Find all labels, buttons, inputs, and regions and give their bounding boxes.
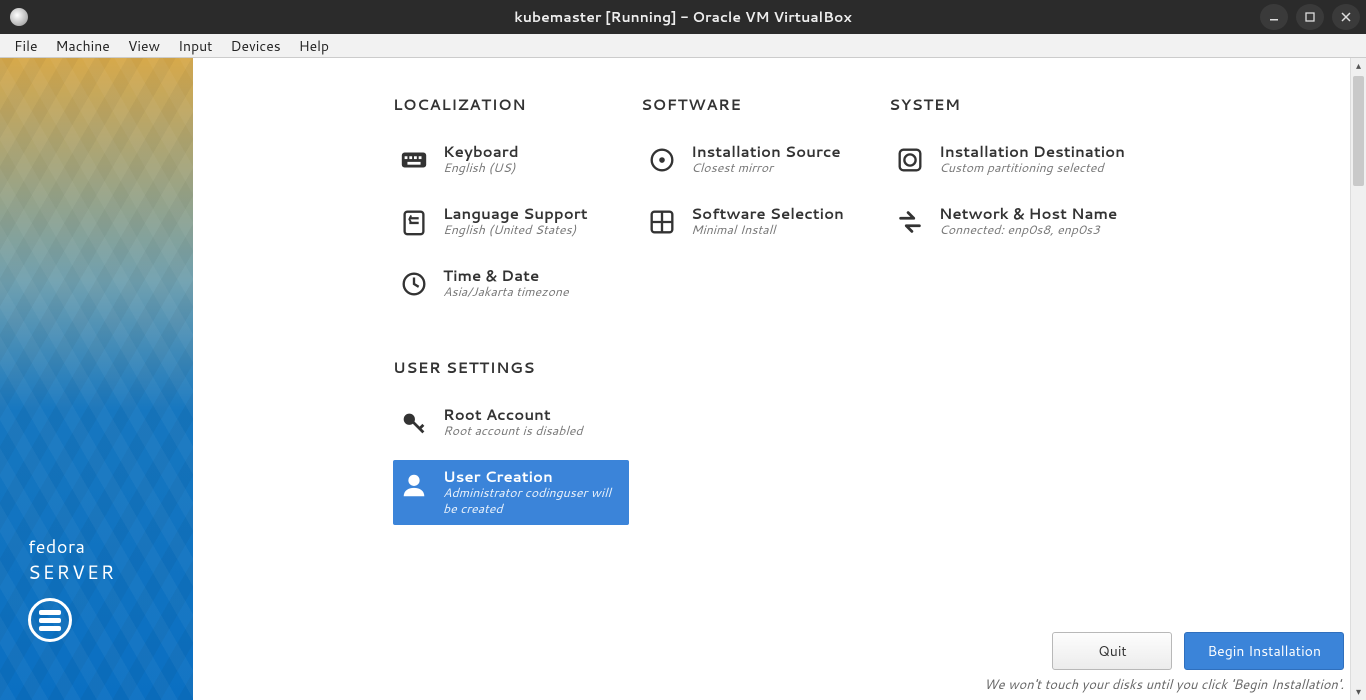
spoke-keyboard[interactable]: Keyboard English (US) xyxy=(393,135,629,189)
server-icon xyxy=(28,598,72,642)
brand-line1: fedora xyxy=(28,533,116,559)
spoke-root[interactable]: Root Account Root account is disabled xyxy=(393,398,629,452)
col-software: SOFTWARE Installation Source Closest mir… xyxy=(641,94,877,533)
heading-system: SYSTEM xyxy=(889,94,1149,115)
spoke-user-creation[interactable]: User Creation Administrator codinguser w… xyxy=(393,460,629,525)
network-icon xyxy=(893,205,927,239)
spoke-sub: Custom partitioning selected xyxy=(939,161,1143,177)
window-title: kubemaster [Running] - Oracle VM Virtual… xyxy=(0,7,1366,27)
disc-icon xyxy=(645,143,679,177)
quit-button[interactable]: Quit xyxy=(1052,632,1172,670)
clock-icon xyxy=(397,267,431,301)
brand-line2: SERVER xyxy=(28,559,116,586)
menu-machine[interactable]: Machine xyxy=(48,34,118,58)
minimize-button[interactable] xyxy=(1260,4,1288,30)
spoke-sub: Asia/Jakarta timezone xyxy=(443,285,623,301)
spoke-sub: Minimal Install xyxy=(691,223,871,239)
footnote: We won't touch your disks until you clic… xyxy=(984,676,1344,694)
installer-sidebar: fedora SERVER xyxy=(0,58,193,700)
vertical-scrollbar[interactable]: ▴ ▾ xyxy=(1350,58,1366,700)
maximize-icon xyxy=(1304,11,1316,23)
vm-content: fedora SERVER LOCALIZATION Keyboard Engl… xyxy=(0,58,1366,700)
brand: fedora SERVER xyxy=(28,533,116,642)
keyboard-icon xyxy=(397,143,431,177)
begin-installation-button[interactable]: Begin Installation xyxy=(1184,632,1344,670)
heading-software: SOFTWARE xyxy=(641,94,877,115)
spoke-language[interactable]: Language Support English (United States) xyxy=(393,197,629,251)
spoke-sub: Administrator codinguser will be created xyxy=(443,486,623,517)
menu-devices[interactable]: Devices xyxy=(222,34,288,58)
spoke-sub: Connected: enp0s8, enp0s3 xyxy=(939,223,1143,239)
col-localization: LOCALIZATION Keyboard English (US) xyxy=(393,94,629,533)
scroll-thumb[interactable] xyxy=(1353,76,1364,186)
spoke-sub: Closest mirror xyxy=(691,161,871,177)
disk-icon xyxy=(893,143,927,177)
spoke-sub: English (US) xyxy=(443,161,623,177)
minimize-icon xyxy=(1268,11,1280,23)
footer-buttons: Quit Begin Installation xyxy=(1052,632,1344,670)
menu-view[interactable]: View xyxy=(120,34,168,58)
installer-main: LOCALIZATION Keyboard English (US) xyxy=(193,58,1366,700)
scroll-up-icon[interactable]: ▴ xyxy=(1351,58,1366,74)
menu-help[interactable]: Help xyxy=(291,34,337,58)
titlebar: kubemaster [Running] - Oracle VM Virtual… xyxy=(0,0,1366,34)
grid-icon xyxy=(645,205,679,239)
user-icon xyxy=(397,468,431,502)
spoke-selection[interactable]: Software Selection Minimal Install xyxy=(641,197,877,251)
spoke-destination[interactable]: Installation Destination Custom partitio… xyxy=(889,135,1149,189)
menu-file[interactable]: File xyxy=(6,34,46,58)
language-icon xyxy=(397,205,431,239)
spoke-sub: English (United States) xyxy=(443,223,623,239)
close-button[interactable] xyxy=(1332,4,1360,30)
col-system: SYSTEM Installation Destination Custom p… xyxy=(889,94,1149,533)
scroll-down-icon[interactable]: ▾ xyxy=(1351,684,1366,700)
key-icon xyxy=(397,406,431,440)
menubar: File Machine View Input Devices Help xyxy=(0,34,1366,58)
spoke-time[interactable]: Time & Date Asia/Jakarta timezone xyxy=(393,259,629,313)
spoke-network[interactable]: Network & Host Name Connected: enp0s8, e… xyxy=(889,197,1149,251)
close-icon xyxy=(1340,11,1352,23)
heading-localization: LOCALIZATION xyxy=(393,94,629,115)
maximize-button[interactable] xyxy=(1296,4,1324,30)
window-controls xyxy=(1260,4,1360,30)
spoke-source[interactable]: Installation Source Closest mirror xyxy=(641,135,877,189)
spoke-sub: Root account is disabled xyxy=(443,424,623,440)
menu-input[interactable]: Input xyxy=(170,34,220,58)
heading-user: USER SETTINGS xyxy=(393,357,629,378)
